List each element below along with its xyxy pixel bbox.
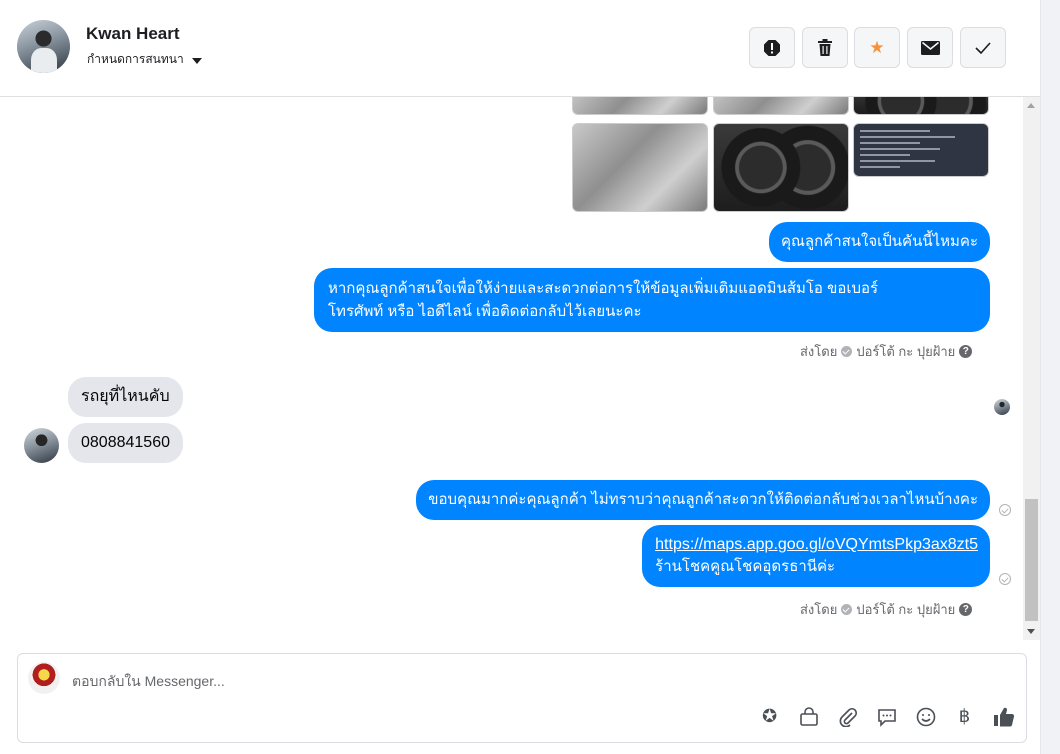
assign-conversation-dropdown[interactable]: กำหนดการสนทนา bbox=[87, 50, 202, 69]
message-bubble-incoming[interactable]: รถยุที่ไหนคับ bbox=[68, 377, 183, 417]
thumbs-up-icon[interactable] bbox=[991, 704, 1016, 729]
message-bubble-outgoing[interactable]: https://maps.app.goo.gl/oVQYmtsPkp3ax8zt… bbox=[642, 525, 990, 587]
attachment-photo[interactable] bbox=[853, 123, 989, 177]
mark-done-button[interactable] bbox=[960, 27, 1006, 68]
inbox-conversation: Kwan Heart กำหนดการสนทนา ★ คุณลูกค้าสนใจ… bbox=[0, 0, 1060, 754]
reply-composer[interactable]: ตอบกลับใน Messenger... ✪ ฿ bbox=[17, 653, 1027, 743]
attachment-photo[interactable] bbox=[713, 97, 849, 115]
star-icon: ★ bbox=[869, 37, 885, 57]
message-bubble-outgoing[interactable]: หากคุณลูกค้าสนใจเพื่อให้ง่ายและสะดวกต่อก… bbox=[314, 268, 990, 332]
sender-name: ปอร์โต้ กะ ปุยฝ้าย bbox=[856, 602, 956, 617]
message-text-line: หากคุณลูกค้าสนใจเพื่อให้ง่ายและสะดวกต่อก… bbox=[328, 280, 879, 297]
message-thread[interactable]: คุณลูกค้าสนใจเป็นคันนี้ไหมคะ หากคุณลูกค้… bbox=[0, 97, 1023, 640]
mark-spam-button[interactable] bbox=[749, 27, 795, 68]
maps-link[interactable]: https://maps.app.goo.gl/oVQYmtsPkp3ax8zt… bbox=[655, 536, 978, 553]
conversation-header: Kwan Heart กำหนดการสนทนา ★ bbox=[0, 0, 1040, 97]
message-text: คุณลูกค้าสนใจเป็นคันนี้ไหมคะ bbox=[780, 233, 978, 250]
scroll-up-icon[interactable] bbox=[1027, 103, 1035, 108]
composer-toolbar: ✪ ฿ bbox=[757, 704, 1016, 729]
verified-check-icon bbox=[841, 346, 853, 357]
alert-octagon-icon bbox=[764, 39, 780, 56]
contact-name[interactable]: Kwan Heart bbox=[86, 24, 180, 44]
shopping-bag-icon[interactable] bbox=[796, 704, 821, 729]
right-panel-edge bbox=[1040, 0, 1060, 754]
chat-bubble-icon[interactable] bbox=[874, 704, 899, 729]
page-avatar bbox=[28, 662, 60, 694]
caret-down-icon bbox=[191, 57, 202, 64]
checkmark-icon bbox=[975, 41, 991, 54]
paperclip-icon[interactable] bbox=[835, 704, 860, 729]
mark-unread-button[interactable] bbox=[907, 27, 953, 68]
message-text: รถยุที่ไหนคับ bbox=[81, 388, 170, 405]
message-text: ขอบคุณมากค่ะคุณลูกค้า ไม่ทราบว่าคุณลูกค้… bbox=[428, 491, 978, 508]
delivered-status-icon bbox=[999, 504, 1011, 516]
message-text: 0808841560 bbox=[81, 434, 170, 451]
saved-reply-icon[interactable]: ✪ bbox=[757, 704, 782, 729]
envelope-icon bbox=[920, 40, 940, 55]
scrollbar-thumb[interactable] bbox=[1025, 499, 1038, 621]
help-icon[interactable]: ? bbox=[959, 345, 973, 358]
assign-label: กำหนดการสนทนา bbox=[87, 52, 184, 66]
delivered-status-icon bbox=[999, 573, 1011, 585]
attachment-photo[interactable] bbox=[572, 97, 708, 115]
baht-icon[interactable]: ฿ bbox=[952, 704, 977, 729]
star-button[interactable]: ★ bbox=[854, 27, 900, 68]
scroll-down-icon[interactable] bbox=[1027, 629, 1035, 634]
thread-scrollbar[interactable] bbox=[1023, 97, 1040, 640]
message-text: ร้านโชคคูณโชคอุดรธานีค่ะ bbox=[655, 558, 836, 575]
delete-button[interactable] bbox=[802, 27, 848, 68]
attachment-photo[interactable] bbox=[572, 123, 708, 212]
attachment-photo[interactable] bbox=[713, 123, 849, 212]
contact-avatar[interactable] bbox=[17, 20, 70, 73]
sent-by-label: ส่งโดย bbox=[800, 602, 838, 617]
message-bubble-outgoing[interactable]: คุณลูกค้าสนใจเป็นคันนี้ไหมคะ bbox=[768, 222, 990, 262]
message-text-line: โทรศัพท์ หรือ ไอดีไลน์ เพื่อติดต่อกลับไว… bbox=[328, 303, 642, 320]
sent-by-info: ส่งโดย ปอร์โต้ กะ ปุยฝ้าย ? bbox=[800, 599, 973, 620]
trash-icon bbox=[818, 39, 832, 56]
emoji-icon[interactable] bbox=[913, 704, 938, 729]
customer-avatar[interactable] bbox=[24, 428, 59, 463]
attachment-photo[interactable] bbox=[853, 97, 989, 115]
sent-by-label: ส่งโดย bbox=[800, 344, 838, 359]
read-receipt-avatar bbox=[994, 399, 1010, 415]
sent-by-info: ส่งโดย ปอร์โต้ กะ ปุยฝ้าย ? bbox=[800, 341, 973, 362]
message-bubble-incoming[interactable]: 0808841560 bbox=[68, 423, 183, 463]
sender-name: ปอร์โต้ กะ ปุยฝ้าย bbox=[856, 344, 956, 359]
help-icon[interactable]: ? bbox=[959, 603, 973, 616]
message-bubble-outgoing[interactable]: ขอบคุณมากค่ะคุณลูกค้า ไม่ทราบว่าคุณลูกค้… bbox=[416, 480, 990, 520]
verified-check-icon bbox=[841, 604, 853, 615]
reply-input[interactable]: ตอบกลับใน Messenger... bbox=[72, 671, 225, 693]
